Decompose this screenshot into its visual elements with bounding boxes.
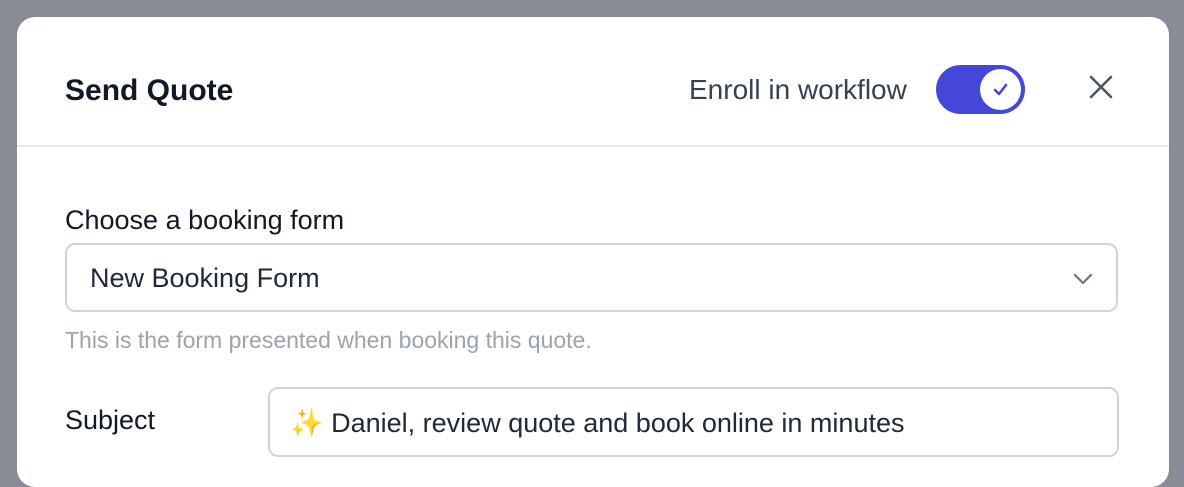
toggle-knob [980, 69, 1021, 110]
close-icon [1089, 75, 1113, 99]
booking-form-select[interactable]: New Booking Form [65, 243, 1118, 312]
enroll-workflow-toggle[interactable] [936, 65, 1025, 114]
modal-header: Send Quote Enroll in workflow [17, 17, 1169, 147]
subject-input-value: ✨ Daniel, review quote and book online i… [290, 408, 905, 438]
modal-title: Send Quote [65, 74, 234, 107]
chevron-down-icon [1073, 273, 1093, 285]
check-icon [993, 83, 1008, 96]
booking-form-selected-value: New Booking Form [90, 263, 320, 293]
enroll-workflow-label: Enroll in workflow [689, 74, 907, 105]
booking-form-label: Choose a booking form [65, 205, 345, 235]
close-button[interactable] [1083, 69, 1119, 105]
send-quote-modal: Send Quote Enroll in workflow Choose a b… [17, 17, 1169, 487]
subject-input[interactable]: ✨ Daniel, review quote and book online i… [268, 387, 1119, 457]
booking-form-help-text: This is the form presented when booking … [65, 327, 592, 353]
subject-label: Subject [65, 405, 156, 435]
